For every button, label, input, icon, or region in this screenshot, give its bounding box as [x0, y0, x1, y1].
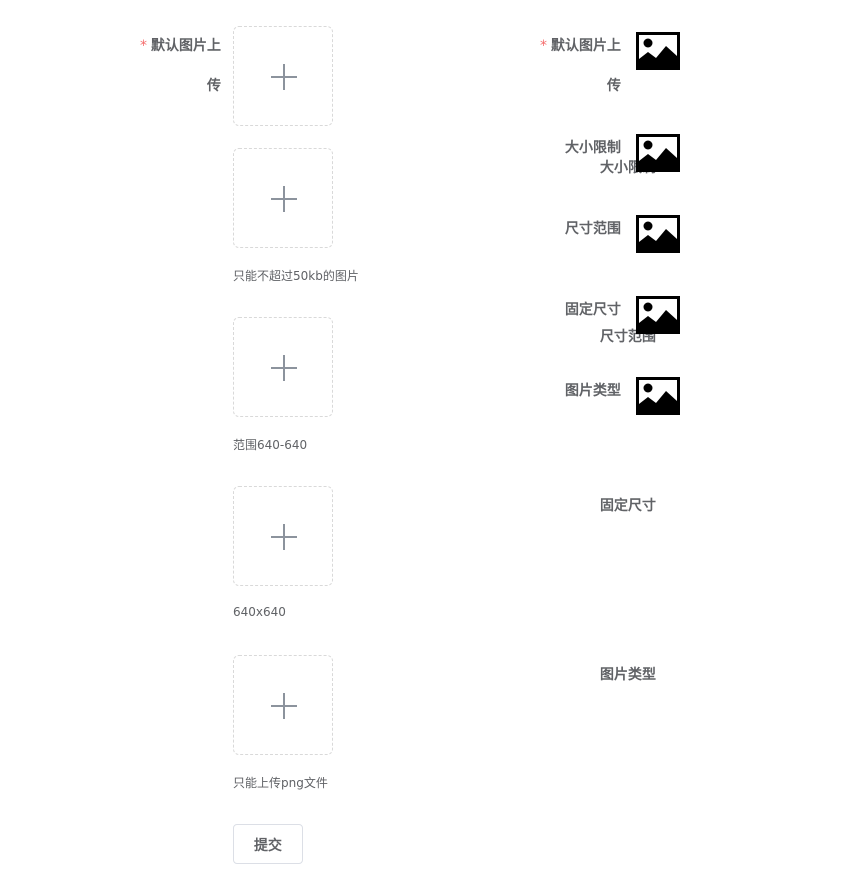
preview-label: 图片类型 [565, 383, 621, 399]
plus-icon [271, 693, 297, 719]
image-placeholder-icon [636, 296, 680, 334]
plus-icon [271, 186, 297, 212]
image-placeholder-icon [636, 134, 680, 172]
required-mark: * [540, 38, 547, 54]
plus-icon [271, 64, 297, 90]
upload-tip: 范围640-640 [233, 438, 308, 452]
form-label-text: 默认图片上传 [151, 38, 221, 94]
image-placeholder-icon [636, 377, 680, 415]
preview-label: 固定尺寸 [565, 302, 621, 318]
image-uploader[interactable] [233, 26, 333, 126]
form-label: * 默认图片上传 [131, 26, 221, 106]
preview-label: 尺寸范围 [565, 221, 621, 237]
plus-icon [271, 524, 297, 550]
image-placeholder-icon [636, 215, 680, 253]
upload-tip: 640x640 [233, 605, 286, 619]
upload-tip: 只能上传png文件 [233, 776, 328, 790]
plus-icon [271, 355, 297, 381]
image-uploader[interactable] [233, 655, 333, 755]
preview-label-text: 默认图片上传 [551, 38, 621, 94]
image-uploader[interactable] [233, 317, 333, 417]
preview-label: 大小限制 [565, 140, 621, 156]
image-placeholder-icon [636, 32, 680, 70]
preview-label: * 默认图片上传 [531, 26, 621, 106]
image-uploader[interactable] [233, 486, 333, 586]
upload-tip: 只能不超过50kb的图片 [233, 269, 359, 283]
form-label: 固定尺寸 [600, 498, 656, 514]
required-mark: * [140, 38, 147, 54]
submit-button[interactable]: 提交 [233, 824, 303, 864]
form-label: 图片类型 [600, 667, 656, 683]
image-uploader[interactable] [233, 148, 333, 248]
